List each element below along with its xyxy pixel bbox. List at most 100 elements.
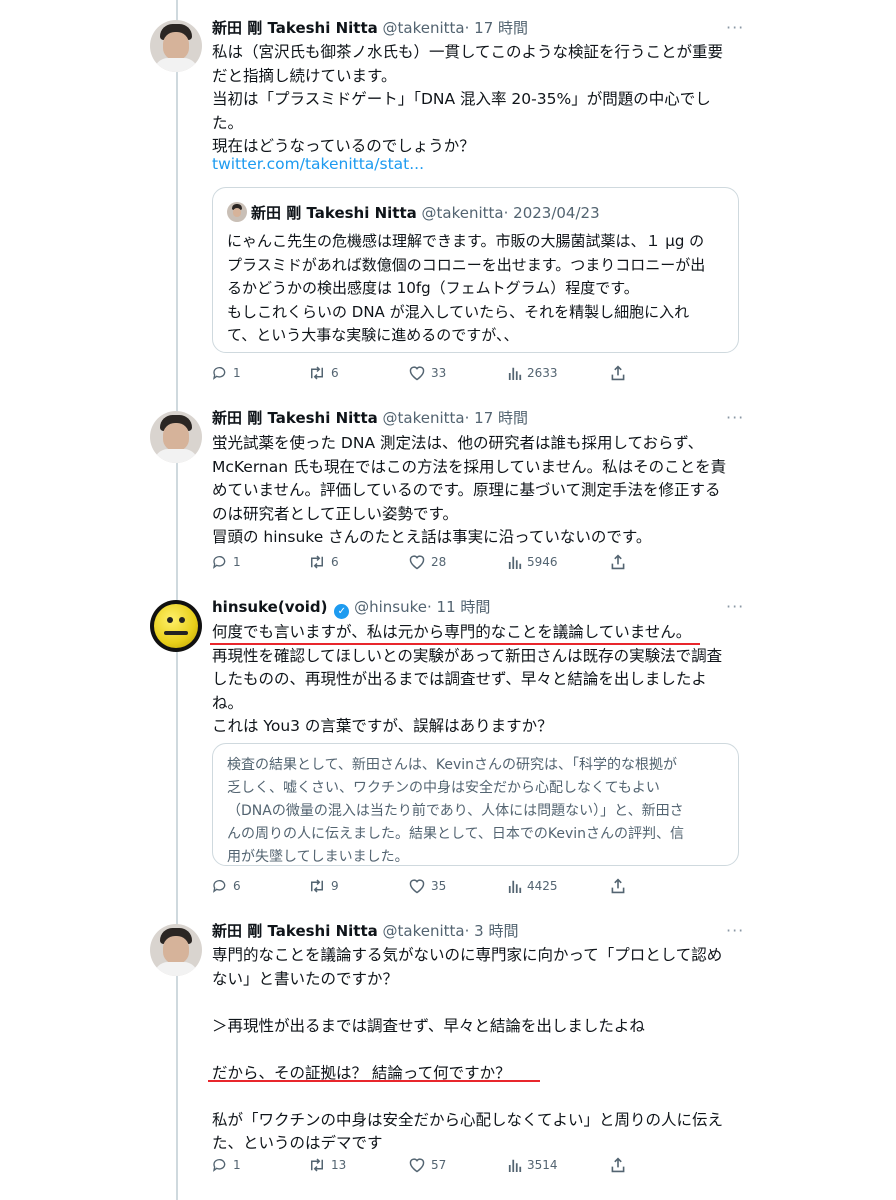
share-icon [611, 878, 625, 894]
author-handle[interactable]: @takenitta [383, 19, 465, 37]
tweet-header: 新田 剛 Takeshi Nitta @takenitta· 3 時間 [212, 921, 518, 941]
verified-badge-icon: ✓ [334, 604, 350, 619]
reply-count: 6 [233, 879, 241, 893]
like-button[interactable]: 33 [408, 363, 446, 383]
reply-count: 1 [233, 1158, 241, 1172]
views-chart-icon [508, 556, 522, 569]
reply-button[interactable]: 1 [212, 552, 241, 572]
retweet-count: 13 [331, 1158, 347, 1172]
more-dots-icon[interactable]: ··· [726, 921, 744, 941]
reply-icon [213, 556, 226, 569]
like-count: 57 [431, 1158, 447, 1172]
like-button[interactable]: 35 [408, 876, 446, 896]
heart-icon [409, 555, 425, 570]
views-chart-icon [508, 880, 522, 893]
share-button[interactable] [610, 363, 631, 383]
more-dots-icon[interactable]: ··· [726, 597, 744, 617]
avatar[interactable] [150, 600, 202, 652]
author-handle[interactable]: @hinsuke [354, 598, 427, 616]
author-handle[interactable]: @takenitta [383, 922, 465, 940]
share-icon [611, 1157, 625, 1173]
author-name[interactable]: 新田 剛 Takeshi Nitta [212, 409, 378, 427]
views-button[interactable]: 2633 [508, 363, 558, 383]
views-count: 4425 [527, 879, 558, 893]
retweet-count: 9 [331, 879, 339, 893]
heart-icon [409, 366, 425, 381]
share-button[interactable] [610, 876, 631, 896]
share-icon [611, 554, 625, 570]
highlight-underline [208, 1080, 540, 1082]
retweet-button[interactable]: 6 [308, 552, 339, 572]
reply-button[interactable]: 1 [212, 1155, 241, 1175]
highlight-underline [210, 643, 700, 645]
reply-count: 1 [233, 366, 241, 380]
retweet-icon [311, 879, 323, 893]
like-button[interactable]: 57 [408, 1155, 446, 1175]
retweet-count: 6 [331, 555, 339, 569]
retweet-button[interactable]: 6 [308, 363, 339, 383]
more-dots-icon[interactable]: ··· [726, 18, 744, 38]
author-name[interactable]: 新田 剛 Takeshi Nitta [212, 922, 378, 940]
avatar[interactable] [150, 20, 202, 72]
tweet-text: 蛍光試薬を使った DNA 測定法は、他の研究者は誰も採用しておらず、 McKer… [212, 434, 727, 546]
tweet-text: 専門的なことを議論する気がないのに専門家に向かって「プロとして認め ない」と書い… [212, 946, 724, 1152]
tweet-actions: 1 6 28 5946 [212, 552, 632, 572]
timestamp[interactable]: · 11 時間 [427, 598, 490, 616]
quoted-text-box[interactable]: 検査の結果として、新田さんは、Kevinさんの研究は、「科学的な根拠が 乏しく、… [212, 743, 739, 866]
views-chart-icon [508, 1159, 522, 1172]
reply-icon [213, 880, 226, 893]
tweet-header: 新田 剛 Takeshi Nitta @takenitta· 17 時間 [212, 408, 528, 428]
more-dots-icon[interactable]: ··· [726, 408, 744, 428]
quote-text: にゃんこ先生の危機感は理解できます。市販の大腸菌試薬は、１ μg の プラスミド… [227, 232, 706, 344]
quote-timestamp: · 2023/04/23 [503, 204, 600, 222]
views-chart-icon [508, 367, 522, 380]
views-count: 2633 [527, 366, 558, 380]
reply-icon [213, 1159, 226, 1172]
tweet-header: 新田 剛 Takeshi Nitta @takenitta· 17 時間 [212, 18, 528, 38]
like-button[interactable]: 28 [408, 552, 446, 572]
avatar[interactable] [150, 924, 202, 976]
tweet-actions: 1 13 57 3514 [212, 1155, 632, 1175]
like-count: 33 [431, 366, 447, 380]
reply-count: 1 [233, 555, 241, 569]
reply-icon [213, 367, 226, 380]
retweet-icon [311, 555, 323, 569]
tweet-actions: 1 6 33 2633 [212, 363, 632, 383]
author-name[interactable]: hinsuke(void) [212, 598, 328, 616]
quote-text: 検査の結果として、新田さんは、Kevinさんの研究は、「科学的な根拠が 乏しく、… [227, 757, 685, 865]
quote-avatar [227, 202, 247, 222]
retweet-button[interactable]: 9 [308, 876, 339, 896]
tweet-text: 何度でも言いますが、私は元から専門的なことを議論していません。 再現性を確認して… [212, 623, 723, 735]
quote-author-name: 新田 剛 Takeshi Nitta [251, 204, 417, 222]
retweet-count: 6 [331, 366, 339, 380]
quote-header: 新田 剛 Takeshi Nitta @takenitta· 2023/04/2… [227, 202, 600, 222]
retweet-icon [311, 366, 323, 380]
share-button[interactable] [610, 552, 631, 572]
retweet-button[interactable]: 13 [308, 1155, 346, 1175]
heart-icon [409, 1158, 425, 1173]
tweet-actions: 6 9 35 4425 [212, 876, 632, 896]
tweet-header: hinsuke(void) ✓ @hinsuke· 11 時間 [212, 597, 490, 619]
share-button[interactable] [610, 1155, 631, 1175]
timestamp[interactable]: · 3 時間 [465, 922, 519, 940]
author-name[interactable]: 新田 剛 Takeshi Nitta [212, 19, 378, 37]
timestamp[interactable]: · 17 時間 [465, 19, 528, 37]
like-count: 28 [431, 555, 447, 569]
like-count: 35 [431, 879, 447, 893]
share-icon [611, 365, 625, 381]
tweet-link[interactable]: twitter.com/takenitta/stat... [212, 153, 424, 177]
views-button[interactable]: 3514 [508, 1155, 558, 1175]
views-count: 3514 [527, 1158, 558, 1172]
avatar[interactable] [150, 411, 202, 463]
views-button[interactable]: 5946 [508, 552, 558, 572]
reply-button[interactable]: 1 [212, 363, 241, 383]
heart-icon [409, 879, 425, 894]
quoted-tweet[interactable]: 新田 剛 Takeshi Nitta @takenitta· 2023/04/2… [212, 187, 739, 353]
views-count: 5946 [527, 555, 558, 569]
views-button[interactable]: 4425 [508, 876, 558, 896]
reply-button[interactable]: 6 [212, 876, 241, 896]
author-handle[interactable]: @takenitta [383, 409, 465, 427]
timestamp[interactable]: · 17 時間 [465, 409, 528, 427]
tweet-text: 私は（宮沢氏も御茶ノ水氏も）一貫してこのような検証を行うことが重要 だと指摘し続… [212, 43, 724, 155]
retweet-icon [311, 1158, 323, 1172]
